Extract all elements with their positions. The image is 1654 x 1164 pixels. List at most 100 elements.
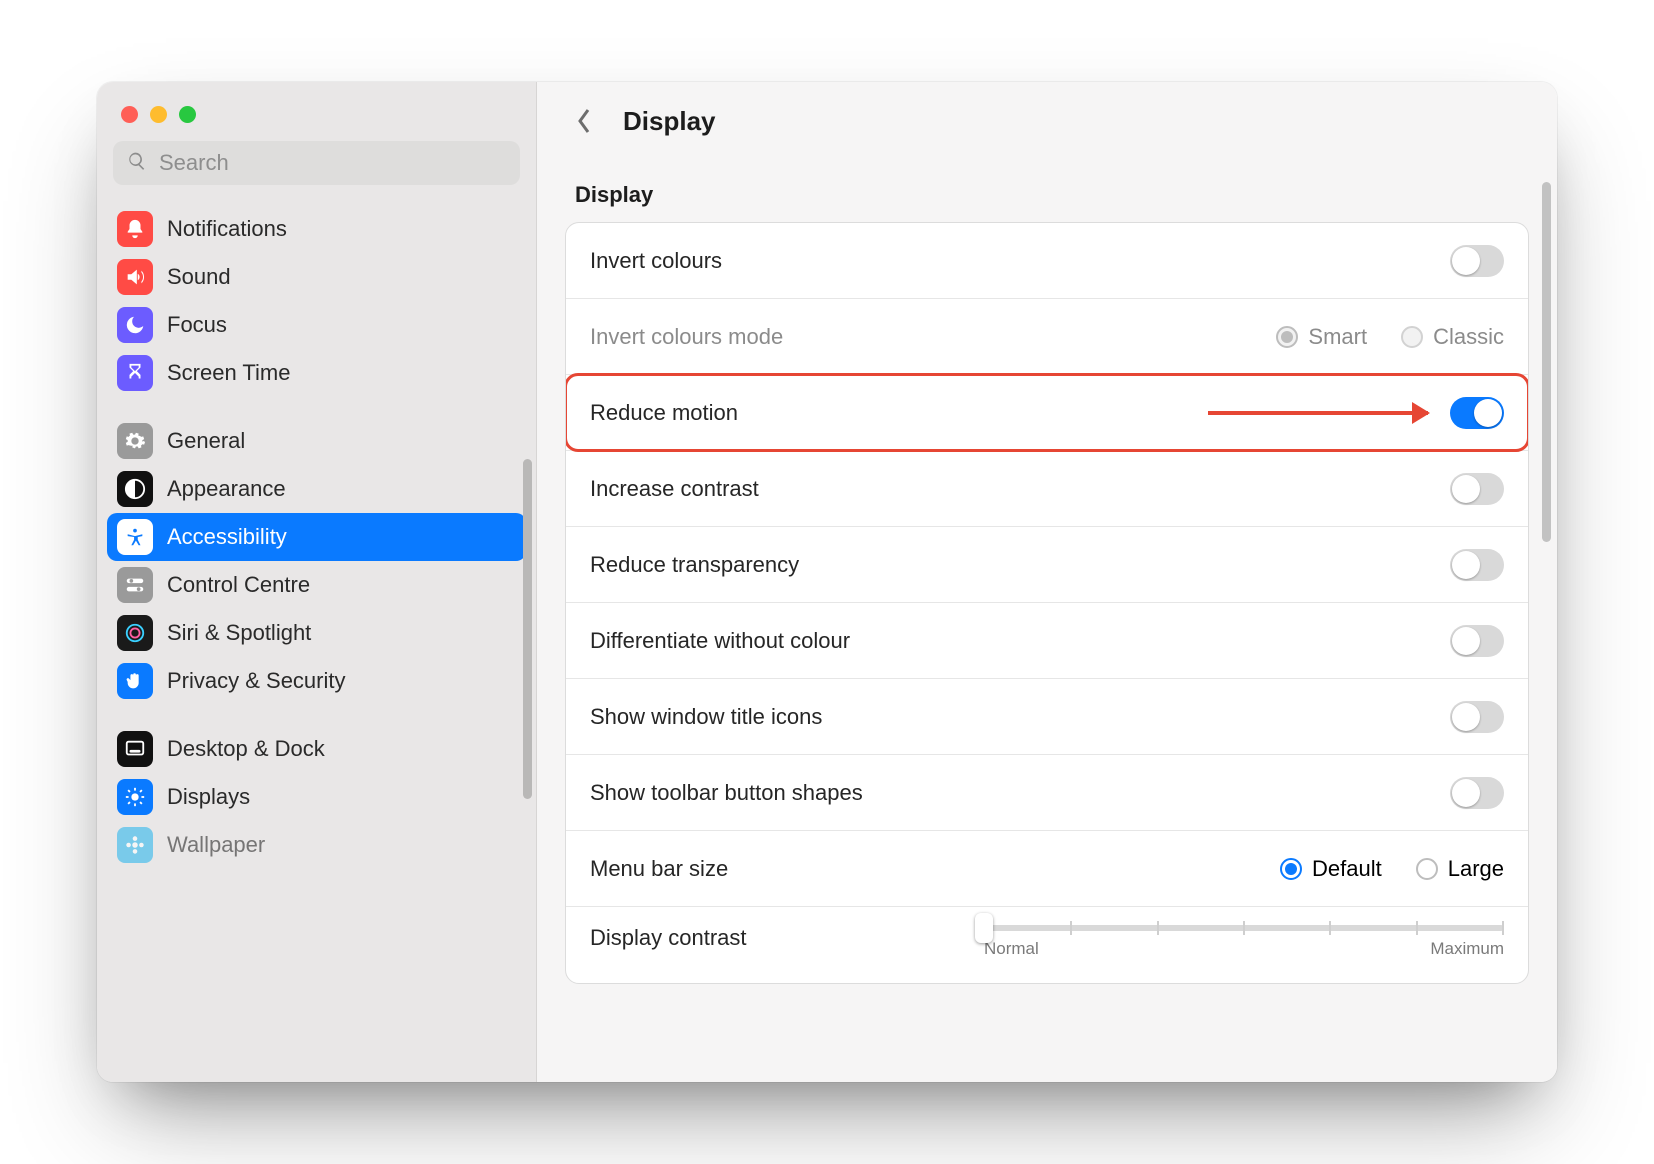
- sidebar-item-label: Accessibility: [167, 524, 287, 550]
- row-label: Invert colours: [590, 248, 722, 274]
- toggle-invert-colours[interactable]: [1450, 245, 1504, 277]
- toggle-reduce-transparency[interactable]: [1450, 549, 1504, 581]
- row-show-window-title-icons: Show window title icons: [566, 679, 1528, 755]
- toggle-increase-contrast[interactable]: [1450, 473, 1504, 505]
- sidebar-item-label: Control Centre: [167, 572, 310, 598]
- display-settings-card: Invert colours Invert colours mode Smart…: [565, 222, 1529, 984]
- toggle-differentiate-colour[interactable]: [1450, 625, 1504, 657]
- toggle-window-title-icons[interactable]: [1450, 701, 1504, 733]
- sidebar-item-label: Siri & Spotlight: [167, 620, 311, 646]
- moon-icon: [117, 307, 153, 343]
- row-label: Reduce motion: [590, 400, 738, 426]
- radio-classic: Classic: [1401, 324, 1504, 350]
- switches-icon: [117, 567, 153, 603]
- bell-icon: [117, 211, 153, 247]
- sun-icon: [117, 779, 153, 815]
- section-label-display: Display: [565, 160, 1529, 222]
- slider-max-label: Maximum: [1430, 939, 1504, 959]
- minimize-window-button[interactable]: [150, 106, 167, 123]
- row-label: Increase contrast: [590, 476, 759, 502]
- sidebar-item-focus[interactable]: Focus: [107, 301, 526, 349]
- content-header: Display: [537, 82, 1557, 148]
- system-settings-window: Notifications Sound Focus: [97, 82, 1557, 1082]
- sidebar-item-label: Sound: [167, 264, 231, 290]
- sidebar-item-privacy-security[interactable]: Privacy & Security: [107, 657, 526, 705]
- row-label: Differentiate without colour: [590, 628, 850, 654]
- slider-display-contrast[interactable]: Normal Maximum: [984, 925, 1504, 959]
- radio-circle-icon: [1280, 858, 1302, 880]
- row-label: Reduce transparency: [590, 552, 799, 578]
- sidebar-item-label: Desktop & Dock: [167, 736, 325, 762]
- sidebar-item-screen-time[interactable]: Screen Time: [107, 349, 526, 397]
- sidebar-item-label: Privacy & Security: [167, 668, 346, 694]
- sidebar-item-label: Notifications: [167, 216, 287, 242]
- radio-group-invert-mode: Smart Classic: [1276, 324, 1504, 350]
- content-scrollbar[interactable]: [1542, 182, 1551, 542]
- radio-large[interactable]: Large: [1416, 856, 1504, 882]
- row-label: Show window title icons: [590, 704, 822, 730]
- sidebar-scrollbar[interactable]: [523, 459, 532, 799]
- search-field[interactable]: [113, 141, 520, 185]
- dock-icon: [117, 731, 153, 767]
- sidebar-item-appearance[interactable]: Appearance: [107, 465, 526, 513]
- radio-default[interactable]: Default: [1280, 856, 1382, 882]
- sidebar: Notifications Sound Focus: [97, 82, 537, 1082]
- sidebar-item-accessibility[interactable]: Accessibility: [107, 513, 526, 561]
- flower-icon: [117, 827, 153, 863]
- sidebar-item-label: Screen Time: [167, 360, 291, 386]
- sidebar-item-label: Displays: [167, 784, 250, 810]
- row-reduce-motion: Reduce motion: [566, 375, 1528, 451]
- sidebar-list: Notifications Sound Focus: [97, 199, 536, 869]
- row-invert-colours: Invert colours: [566, 223, 1528, 299]
- hourglass-icon: [117, 355, 153, 391]
- gear-icon: [117, 423, 153, 459]
- siri-icon: [117, 615, 153, 651]
- close-window-button[interactable]: [121, 106, 138, 123]
- callout-arrow-icon: [1208, 411, 1428, 415]
- back-button[interactable]: [567, 104, 601, 138]
- hand-icon: [117, 663, 153, 699]
- toggle-reduce-motion[interactable]: [1450, 397, 1504, 429]
- radio-label: Classic: [1433, 324, 1504, 350]
- speaker-icon: [117, 259, 153, 295]
- row-label: Show toolbar button shapes: [590, 780, 863, 806]
- row-menu-bar-size: Menu bar size Default Large: [566, 831, 1528, 907]
- sidebar-item-label: Wallpaper: [167, 832, 265, 858]
- row-invert-colours-mode: Invert colours mode Smart Classic: [566, 299, 1528, 375]
- accessibility-icon: [117, 519, 153, 555]
- page-title: Display: [623, 106, 716, 137]
- radio-label: Smart: [1308, 324, 1367, 350]
- content-panel: Display Display Invert colours Invert co…: [537, 82, 1557, 1082]
- sidebar-item-wallpaper[interactable]: Wallpaper: [107, 821, 526, 869]
- zoom-window-button[interactable]: [179, 106, 196, 123]
- search-icon: [127, 151, 147, 176]
- radio-smart: Smart: [1276, 324, 1367, 350]
- search-input[interactable]: [157, 149, 506, 177]
- row-increase-contrast: Increase contrast: [566, 451, 1528, 527]
- radio-group-menu-bar-size: Default Large: [1280, 856, 1504, 882]
- radio-label: Large: [1448, 856, 1504, 882]
- sidebar-item-displays[interactable]: Displays: [107, 773, 526, 821]
- sidebar-item-desktop-dock[interactable]: Desktop & Dock: [107, 725, 526, 773]
- toggle-toolbar-button-shapes[interactable]: [1450, 777, 1504, 809]
- sidebar-item-sound[interactable]: Sound: [107, 253, 526, 301]
- row-differentiate-without-colour: Differentiate without colour: [566, 603, 1528, 679]
- radio-circle-icon: [1276, 326, 1298, 348]
- row-show-toolbar-button-shapes: Show toolbar button shapes: [566, 755, 1528, 831]
- sidebar-item-control-centre[interactable]: Control Centre: [107, 561, 526, 609]
- sidebar-item-label: Appearance: [167, 476, 286, 502]
- sidebar-item-general[interactable]: General: [107, 417, 526, 465]
- sidebar-item-label: Focus: [167, 312, 227, 338]
- sidebar-item-label: General: [167, 428, 245, 454]
- sidebar-item-notifications[interactable]: Notifications: [107, 205, 526, 253]
- radio-circle-icon: [1401, 326, 1423, 348]
- sidebar-item-siri-spotlight[interactable]: Siri & Spotlight: [107, 609, 526, 657]
- row-label: Menu bar size: [590, 856, 728, 882]
- row-reduce-transparency: Reduce transparency: [566, 527, 1528, 603]
- row-label: Invert colours mode: [590, 324, 783, 350]
- slider-thumb[interactable]: [975, 913, 993, 943]
- slider-min-label: Normal: [984, 939, 1039, 959]
- contrast-icon: [117, 471, 153, 507]
- radio-circle-icon: [1416, 858, 1438, 880]
- radio-label: Default: [1312, 856, 1382, 882]
